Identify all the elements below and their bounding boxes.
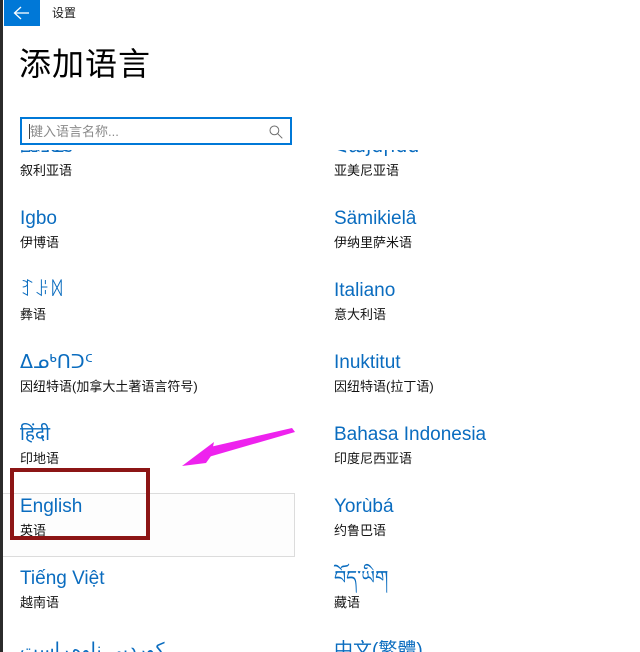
language-list-item[interactable]: 中文(繁體)中文-繁體 (317, 632, 627, 652)
language-native-name: Հայերեն (334, 150, 419, 160)
page-title: 添加语言 (19, 46, 152, 82)
language-native-name: ᐃᓄᒃᑎᑐᑦ (20, 352, 93, 373)
language-native-name: Igbo (20, 208, 57, 229)
language-native-name: Bahasa Indonesia (334, 424, 487, 445)
language-list-item[interactable]: ܣܘܪܝܝܐ 叙利亚语 (3, 150, 303, 200)
language-chinese-name: 约鲁巴语 (334, 523, 387, 538)
language-native-name: Yorùbá (334, 496, 394, 517)
language-native-name: Sämikielâ (334, 208, 417, 229)
language-column-left: ܣܘܪܝܝܐ 叙利亚语 Igbo 伊博语 ꆈꌠꉙ 彝语 ᐃᓄᒃᑎᑐᑦ 因纽特语(加拿大土著语言… (3, 150, 303, 652)
language-chinese-name: 伊纳里萨米语 (334, 235, 413, 250)
language-column-right: Հայերեն亚美尼亚语Sämikielâ伊纳里萨米语Italiano意大利语I… (317, 150, 627, 652)
language-list-item[interactable]: Italiano 意大利语 (317, 272, 627, 344)
language-native-name: 中文(繁體) (334, 640, 423, 652)
language-native-name: ꆈꌠꉙ (20, 280, 65, 301)
language-chinese-name: 英语 (20, 523, 47, 538)
language-chinese-name: 亚美尼亚语 (334, 163, 400, 178)
language-list-item[interactable]: کوردیی ناوەڕاست中部库尔德语 (3, 632, 303, 652)
language-chinese-name: 因纽特语(加拿大土著语言符号) (20, 379, 198, 394)
language-chinese-name: 藏语 (334, 595, 361, 610)
language-chinese-name: 印地语 (20, 451, 60, 466)
language-chinese-name: 因纽特语(拉丁语) (334, 379, 434, 394)
language-list-item[interactable]: ꆈꌠꉙ 彝语 (3, 272, 303, 344)
language-list-item[interactable]: Igbo 伊博语 (3, 200, 303, 272)
language-native-name: ܣܘܪܝܝܐ (20, 150, 73, 160)
title-bar: 设置 (0, 0, 640, 26)
language-list-item[interactable]: བོད་ཡིག 藏语 (317, 560, 627, 632)
language-list-item[interactable]: Bahasa Indonesia 印度尼西亚语 (317, 416, 627, 488)
window-left-edge (0, 0, 3, 652)
search-input[interactable] (22, 119, 260, 143)
language-chinese-name: 意大利语 (334, 307, 387, 322)
language-native-name: हिंदी (20, 424, 51, 445)
language-list-item[interactable]: Tiếng Việt 越南语 (3, 560, 303, 632)
language-native-name: བོད་ཡིག (334, 568, 389, 589)
language-list-item[interactable]: ᐃᓄᒃᑎᑐᑦ 因纽特语(加拿大土著语言符号) (3, 344, 303, 416)
language-chinese-name: 越南语 (20, 595, 60, 610)
language-list-item[interactable]: Yorùbá 约鲁巴语 (317, 488, 627, 560)
language-native-name: Italiano (334, 280, 396, 301)
language-list-item[interactable]: हिंदी 印地语 (3, 416, 303, 488)
language-chinese-name: 伊博语 (20, 235, 60, 250)
back-button[interactable] (4, 0, 40, 26)
language-native-name: Tiếng Việt (20, 568, 105, 589)
language-native-name: کوردیی ناوەڕاست (20, 640, 165, 652)
back-arrow-icon (13, 6, 29, 20)
search-icon[interactable] (268, 124, 284, 140)
language-native-name: English (20, 496, 83, 517)
settings-add-language-page: 设置 添加语言 ܣܘܪܝܝܐ 叙利亚语 Igbo 伊博语 ꆈꌠꉙ 彝语 ᐃᓄᒃᑎᑐᑦ 因纽特语… (0, 0, 640, 652)
language-list-item[interactable]: Sämikielâ 伊纳里萨米语 (317, 200, 627, 272)
search-box[interactable] (20, 117, 292, 145)
language-list-item[interactable]: English 英语 (3, 488, 303, 560)
language-list-item[interactable]: Հայերեն 亚美尼亚语 (317, 150, 627, 200)
language-chinese-name: 彝语 (20, 307, 47, 322)
language-native-name: Inuktitut (334, 352, 401, 373)
language-list-item[interactable]: Inuktitut 因纽特语(拉丁语) (317, 344, 627, 416)
language-chinese-name: 叙利亚语 (20, 163, 73, 178)
language-chinese-name: 印度尼西亚语 (334, 451, 413, 466)
language-list[interactable]: ܣܘܪܝܝܐ 叙利亚语 Igbo 伊博语 ꆈꌠꉙ 彝语 ᐃᓄᒃᑎᑐᑦ 因纽特语(加拿大土著语言… (3, 150, 640, 652)
titlebar-title: 设置 (52, 6, 77, 20)
